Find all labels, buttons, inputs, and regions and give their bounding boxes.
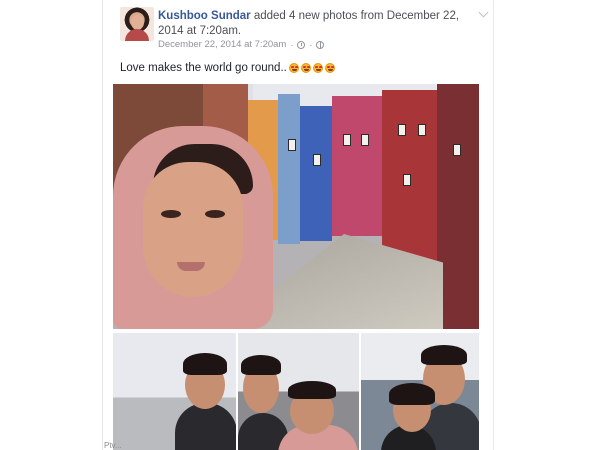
photo-thumbnail[interactable]	[238, 333, 359, 450]
globe-icon[interactable]	[316, 40, 325, 49]
post-header: Kushboo Sundar added 4 new photos from D…	[158, 9, 476, 39]
photo-thumbnail[interactable]	[361, 333, 479, 450]
watermark: Ptv...	[104, 441, 122, 450]
heart-eyes-emoji-icon	[288, 63, 299, 73]
status-text: Love makes the world go round..	[120, 62, 287, 74]
author-avatar[interactable]	[120, 7, 154, 41]
post-meta: December 22, 2014 at 7:20am · ·	[158, 39, 325, 50]
clock-icon	[297, 40, 306, 49]
heart-eyes-emoji-icon	[324, 63, 335, 73]
meta-separator-2: ·	[309, 39, 313, 50]
post-options-chevron-icon[interactable]	[478, 7, 489, 18]
status-message: Love makes the world go round..	[120, 62, 335, 74]
post-timestamp[interactable]: December 22, 2014 at 7:20am	[158, 39, 286, 50]
photo-thumbnail[interactable]	[113, 333, 236, 450]
author-name-link[interactable]: Kushboo Sundar	[158, 10, 251, 22]
facebook-post: Kushboo Sundar added 4 new photos from D…	[103, 0, 494, 450]
heart-eyes-emoji-icon	[300, 63, 311, 73]
main-photo[interactable]	[113, 84, 479, 329]
meta-separator: ·	[290, 39, 294, 50]
heart-eyes-emoji-icon	[312, 63, 323, 73]
